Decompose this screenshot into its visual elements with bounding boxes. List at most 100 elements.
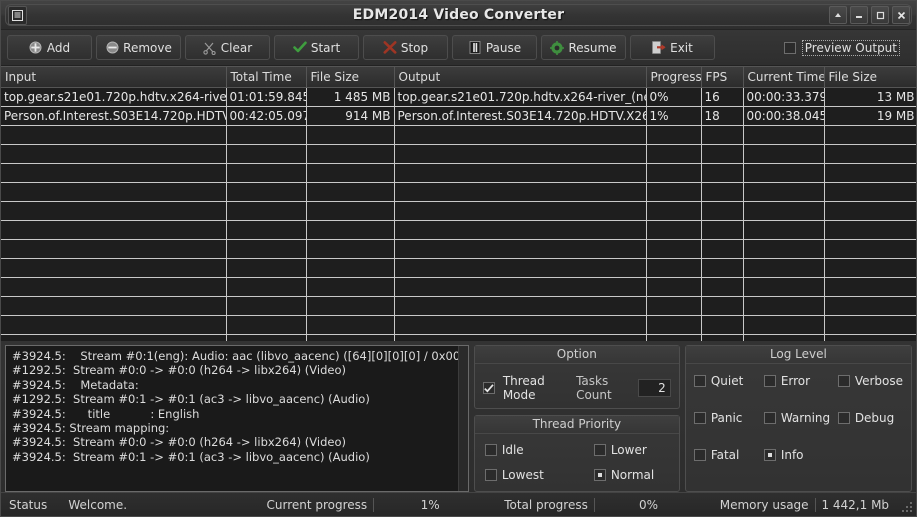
table-empty-row[interactable] xyxy=(1,220,916,240)
table-empty-cell xyxy=(1,239,227,259)
exit-button[interactable]: Exit xyxy=(630,35,715,60)
table-empty-cell xyxy=(646,277,702,297)
cell-total-time: 01:01:59.845 xyxy=(226,87,307,107)
loglevel-panic-checkbox[interactable] xyxy=(693,412,706,424)
table-row[interactable]: top.gear.s21e01.720p.hdtv.x264-river.mkv… xyxy=(1,87,916,107)
table-empty-cell xyxy=(226,315,307,335)
table-empty-cell xyxy=(743,315,825,335)
pause-button[interactable]: Pause xyxy=(452,35,537,60)
priority-normal-checkbox[interactable] xyxy=(593,469,606,481)
tasks-count-input[interactable]: 2 xyxy=(638,379,671,397)
table-empty-cell xyxy=(226,163,307,183)
column-header-file-size[interactable]: File Size xyxy=(306,67,395,88)
cell-out-file-size: 13 MB xyxy=(824,87,916,107)
priority-lower-checkbox[interactable] xyxy=(593,444,606,456)
loglevel-quiet-checkbox[interactable] xyxy=(693,375,706,387)
resize-grip-icon[interactable] xyxy=(901,498,912,512)
column-header-progress[interactable]: Progress xyxy=(646,67,702,88)
priority-idle-checkbox[interactable] xyxy=(484,444,497,456)
exit-door-icon xyxy=(652,41,666,55)
priority-lowest[interactable]: Lowest xyxy=(484,468,590,482)
thread-mode-checkbox[interactable] xyxy=(482,382,495,394)
loglevel-verbose[interactable]: Verbose xyxy=(837,374,903,388)
table-empty-row[interactable] xyxy=(1,201,916,221)
log-scrollbar[interactable] xyxy=(457,346,468,491)
log-level-group: Log Level Quiet Error Verbose Panic Warn… xyxy=(684,345,912,492)
loglevel-warning[interactable]: Warning xyxy=(763,411,836,425)
maximize-icon[interactable] xyxy=(871,6,889,24)
preview-output-checkbox[interactable] xyxy=(783,41,796,54)
table-empty-row[interactable] xyxy=(1,125,916,145)
priority-lower-label: Lower xyxy=(610,443,647,457)
table-empty-row[interactable] xyxy=(1,296,916,316)
priority-normal[interactable]: Normal xyxy=(593,468,669,482)
table-empty-cell xyxy=(306,182,395,202)
loglevel-error[interactable]: Error xyxy=(763,374,836,388)
memory-usage-value: 1 442,1 Mb xyxy=(821,497,890,512)
table-empty-cell xyxy=(701,144,744,164)
column-header-input[interactable]: Input xyxy=(1,67,227,88)
start-button[interactable]: Start xyxy=(274,35,359,60)
minimize-icon[interactable] xyxy=(850,6,868,24)
table-empty-cell xyxy=(394,163,647,183)
system-menu-icon[interactable] xyxy=(8,6,27,25)
close-icon[interactable] xyxy=(892,6,910,24)
loglevel-info-checkbox[interactable] xyxy=(763,449,776,461)
loglevel-quiet-label: Quiet xyxy=(710,374,744,388)
job-table-grid: Input Total Time File Size Output Progre… xyxy=(1,67,916,341)
table-empty-cell xyxy=(1,296,227,316)
remove-button[interactable]: Remove xyxy=(96,35,181,60)
column-header-output[interactable]: Output xyxy=(394,67,647,88)
rollup-icon[interactable] xyxy=(829,6,847,24)
log-output-panel[interactable]: #3924.5: Stream #0:1(eng): Audio: aac (l… xyxy=(5,345,469,492)
table-empty-row[interactable] xyxy=(1,334,916,341)
table-empty-cell xyxy=(1,201,227,221)
loglevel-error-checkbox[interactable] xyxy=(763,375,776,387)
column-header-out-file-size[interactable]: File Size xyxy=(824,67,916,88)
table-empty-cell xyxy=(226,182,307,202)
clear-button[interactable]: Clear xyxy=(185,35,270,60)
loglevel-warning-label: Warning xyxy=(780,411,831,425)
job-table[interactable]: Input Total Time File Size Output Progre… xyxy=(1,66,916,341)
table-empty-cell xyxy=(646,220,702,240)
table-empty-row[interactable] xyxy=(1,315,916,335)
loglevel-warning-checkbox[interactable] xyxy=(763,412,776,424)
table-empty-cell xyxy=(743,201,825,221)
loglevel-fatal[interactable]: Fatal xyxy=(693,448,762,462)
table-empty-row[interactable] xyxy=(1,258,916,278)
table-empty-row[interactable] xyxy=(1,239,916,259)
priority-lowest-checkbox[interactable] xyxy=(484,469,497,481)
stop-button[interactable]: Stop xyxy=(363,35,448,60)
table-row[interactable]: Person.of.Interest.S03E14.720p.HDTV.X...… xyxy=(1,106,916,126)
loglevel-fatal-checkbox[interactable] xyxy=(693,449,706,461)
table-empty-cell xyxy=(646,239,702,259)
loglevel-verbose-checkbox[interactable] xyxy=(837,375,850,387)
add-button[interactable]: Add xyxy=(7,35,92,60)
table-empty-cell xyxy=(701,239,744,259)
loglevel-debug[interactable]: Debug xyxy=(837,411,903,425)
loglevel-quiet[interactable]: Quiet xyxy=(693,374,762,388)
loglevel-debug-label: Debug xyxy=(854,411,895,425)
table-empty-row[interactable] xyxy=(1,277,916,297)
table-empty-cell xyxy=(394,296,647,316)
priority-idle[interactable]: Idle xyxy=(484,443,590,457)
resume-button[interactable]: Resume xyxy=(541,35,626,60)
priority-idle-label: Idle xyxy=(501,443,524,457)
loglevel-debug-checkbox[interactable] xyxy=(837,412,850,424)
table-empty-row[interactable] xyxy=(1,144,916,164)
stop-button-label: Stop xyxy=(400,40,429,55)
table-empty-cell xyxy=(646,182,702,202)
table-empty-cell xyxy=(646,163,702,183)
column-header-total-time[interactable]: Total Time xyxy=(226,67,307,88)
add-button-label: Add xyxy=(46,40,71,55)
loglevel-info[interactable]: Info xyxy=(763,448,836,462)
column-header-current-time[interactable]: Current Time xyxy=(743,67,825,88)
priority-lower[interactable]: Lower xyxy=(593,443,669,457)
preview-output-control[interactable]: Preview Output xyxy=(783,39,910,56)
table-empty-row[interactable] xyxy=(1,163,916,183)
table-empty-cell xyxy=(394,239,647,259)
column-header-fps[interactable]: FPS xyxy=(701,67,744,88)
table-empty-row[interactable] xyxy=(1,182,916,202)
loglevel-panic[interactable]: Panic xyxy=(693,411,762,425)
log-line: #3924.5: Stream #0:1 -> #0:1 (ac3 -> lib… xyxy=(12,449,370,464)
